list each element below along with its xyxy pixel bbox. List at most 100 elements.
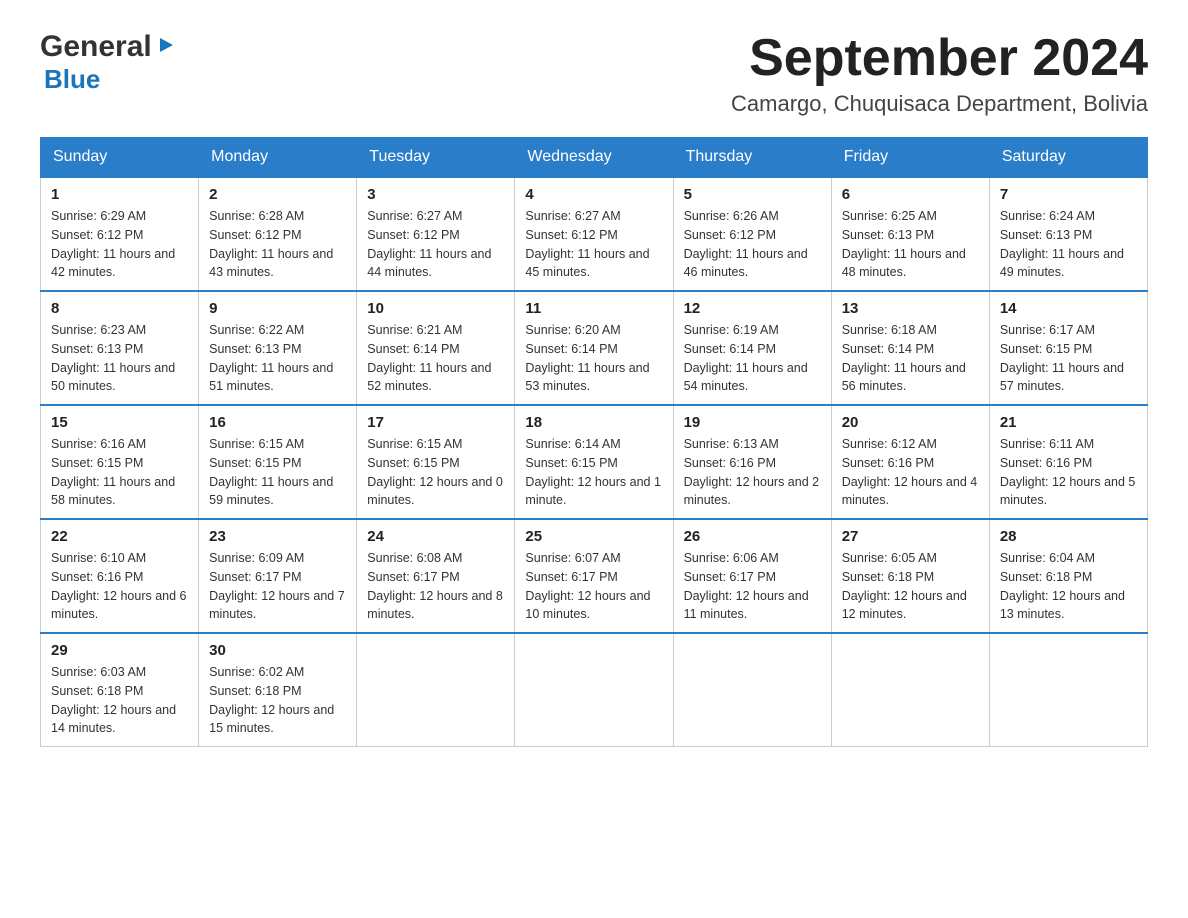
calendar-week-row: 15 Sunrise: 6:16 AM Sunset: 6:15 PM Dayl… [41, 405, 1148, 519]
day-number: 7 [1000, 186, 1137, 203]
weekday-header-row: SundayMondayTuesdayWednesdayThursdayFrid… [41, 138, 1148, 178]
day-info: Sunrise: 6:13 AM Sunset: 6:16 PM Dayligh… [684, 435, 821, 510]
day-info: Sunrise: 6:24 AM Sunset: 6:13 PM Dayligh… [1000, 207, 1137, 282]
day-number: 4 [525, 186, 662, 203]
day-number: 21 [1000, 414, 1137, 431]
day-number: 25 [525, 528, 662, 545]
day-info: Sunrise: 6:16 AM Sunset: 6:15 PM Dayligh… [51, 435, 188, 510]
calendar-cell: 20 Sunrise: 6:12 AM Sunset: 6:16 PM Dayl… [831, 405, 989, 519]
day-number: 19 [684, 414, 821, 431]
day-info: Sunrise: 6:27 AM Sunset: 6:12 PM Dayligh… [525, 207, 662, 282]
day-number: 27 [842, 528, 979, 545]
day-number: 11 [525, 300, 662, 317]
day-number: 14 [1000, 300, 1137, 317]
logo-blue-text: Blue [44, 64, 100, 94]
calendar-cell: 30 Sunrise: 6:02 AM Sunset: 6:18 PM Dayl… [199, 633, 357, 747]
calendar-cell: 11 Sunrise: 6:20 AM Sunset: 6:14 PM Dayl… [515, 291, 673, 405]
day-info: Sunrise: 6:15 AM Sunset: 6:15 PM Dayligh… [209, 435, 346, 510]
day-info: Sunrise: 6:14 AM Sunset: 6:15 PM Dayligh… [525, 435, 662, 510]
calendar-week-row: 1 Sunrise: 6:29 AM Sunset: 6:12 PM Dayli… [41, 177, 1148, 291]
day-number: 12 [684, 300, 821, 317]
day-info: Sunrise: 6:10 AM Sunset: 6:16 PM Dayligh… [51, 549, 188, 624]
logo-arrow-icon [155, 34, 177, 61]
calendar-cell: 15 Sunrise: 6:16 AM Sunset: 6:15 PM Dayl… [41, 405, 199, 519]
calendar-week-row: 8 Sunrise: 6:23 AM Sunset: 6:13 PM Dayli… [41, 291, 1148, 405]
day-info: Sunrise: 6:29 AM Sunset: 6:12 PM Dayligh… [51, 207, 188, 282]
calendar-cell [673, 633, 831, 747]
calendar-cell [515, 633, 673, 747]
day-number: 26 [684, 528, 821, 545]
day-number: 10 [367, 300, 504, 317]
calendar-cell: 24 Sunrise: 6:08 AM Sunset: 6:17 PM Dayl… [357, 519, 515, 633]
logo: General Blue [40, 30, 177, 95]
calendar-cell [989, 633, 1147, 747]
day-info: Sunrise: 6:11 AM Sunset: 6:16 PM Dayligh… [1000, 435, 1137, 510]
calendar-cell: 26 Sunrise: 6:06 AM Sunset: 6:17 PM Dayl… [673, 519, 831, 633]
calendar-cell: 21 Sunrise: 6:11 AM Sunset: 6:16 PM Dayl… [989, 405, 1147, 519]
calendar-cell: 5 Sunrise: 6:26 AM Sunset: 6:12 PM Dayli… [673, 177, 831, 291]
day-number: 3 [367, 186, 504, 203]
day-info: Sunrise: 6:17 AM Sunset: 6:15 PM Dayligh… [1000, 321, 1137, 396]
day-info: Sunrise: 6:09 AM Sunset: 6:17 PM Dayligh… [209, 549, 346, 624]
day-info: Sunrise: 6:27 AM Sunset: 6:12 PM Dayligh… [367, 207, 504, 282]
calendar-cell: 12 Sunrise: 6:19 AM Sunset: 6:14 PM Dayl… [673, 291, 831, 405]
day-number: 29 [51, 642, 188, 659]
day-number: 1 [51, 186, 188, 203]
day-number: 23 [209, 528, 346, 545]
day-number: 28 [1000, 528, 1137, 545]
calendar-cell: 4 Sunrise: 6:27 AM Sunset: 6:12 PM Dayli… [515, 177, 673, 291]
day-number: 9 [209, 300, 346, 317]
location-subtitle: Camargo, Chuquisaca Department, Bolivia [731, 91, 1148, 117]
day-info: Sunrise: 6:04 AM Sunset: 6:18 PM Dayligh… [1000, 549, 1137, 624]
day-number: 16 [209, 414, 346, 431]
day-number: 30 [209, 642, 346, 659]
day-info: Sunrise: 6:21 AM Sunset: 6:14 PM Dayligh… [367, 321, 504, 396]
calendar-cell: 23 Sunrise: 6:09 AM Sunset: 6:17 PM Dayl… [199, 519, 357, 633]
day-info: Sunrise: 6:18 AM Sunset: 6:14 PM Dayligh… [842, 321, 979, 396]
day-info: Sunrise: 6:25 AM Sunset: 6:13 PM Dayligh… [842, 207, 979, 282]
day-info: Sunrise: 6:07 AM Sunset: 6:17 PM Dayligh… [525, 549, 662, 624]
day-info: Sunrise: 6:15 AM Sunset: 6:15 PM Dayligh… [367, 435, 504, 510]
calendar-cell: 8 Sunrise: 6:23 AM Sunset: 6:13 PM Dayli… [41, 291, 199, 405]
calendar-cell: 10 Sunrise: 6:21 AM Sunset: 6:14 PM Dayl… [357, 291, 515, 405]
calendar-table: SundayMondayTuesdayWednesdayThursdayFrid… [40, 137, 1148, 747]
calendar-cell: 27 Sunrise: 6:05 AM Sunset: 6:18 PM Dayl… [831, 519, 989, 633]
calendar-cell [357, 633, 515, 747]
calendar-cell: 18 Sunrise: 6:14 AM Sunset: 6:15 PM Dayl… [515, 405, 673, 519]
day-info: Sunrise: 6:06 AM Sunset: 6:17 PM Dayligh… [684, 549, 821, 624]
day-info: Sunrise: 6:20 AM Sunset: 6:14 PM Dayligh… [525, 321, 662, 396]
weekday-header-monday: Monday [199, 138, 357, 178]
calendar-cell: 1 Sunrise: 6:29 AM Sunset: 6:12 PM Dayli… [41, 177, 199, 291]
calendar-cell: 19 Sunrise: 6:13 AM Sunset: 6:16 PM Dayl… [673, 405, 831, 519]
calendar-cell: 2 Sunrise: 6:28 AM Sunset: 6:12 PM Dayli… [199, 177, 357, 291]
weekday-header-wednesday: Wednesday [515, 138, 673, 178]
day-info: Sunrise: 6:03 AM Sunset: 6:18 PM Dayligh… [51, 663, 188, 738]
calendar-cell: 17 Sunrise: 6:15 AM Sunset: 6:15 PM Dayl… [357, 405, 515, 519]
weekday-header-friday: Friday [831, 138, 989, 178]
day-info: Sunrise: 6:02 AM Sunset: 6:18 PM Dayligh… [209, 663, 346, 738]
day-info: Sunrise: 6:05 AM Sunset: 6:18 PM Dayligh… [842, 549, 979, 624]
calendar-cell: 14 Sunrise: 6:17 AM Sunset: 6:15 PM Dayl… [989, 291, 1147, 405]
calendar-week-row: 22 Sunrise: 6:10 AM Sunset: 6:16 PM Dayl… [41, 519, 1148, 633]
calendar-cell: 6 Sunrise: 6:25 AM Sunset: 6:13 PM Dayli… [831, 177, 989, 291]
calendar-cell: 9 Sunrise: 6:22 AM Sunset: 6:13 PM Dayli… [199, 291, 357, 405]
day-info: Sunrise: 6:23 AM Sunset: 6:13 PM Dayligh… [51, 321, 188, 396]
day-info: Sunrise: 6:08 AM Sunset: 6:17 PM Dayligh… [367, 549, 504, 624]
weekday-header-saturday: Saturday [989, 138, 1147, 178]
day-info: Sunrise: 6:19 AM Sunset: 6:14 PM Dayligh… [684, 321, 821, 396]
calendar-cell: 25 Sunrise: 6:07 AM Sunset: 6:17 PM Dayl… [515, 519, 673, 633]
page-header: General Blue September 2024 Camargo, Chu… [40, 30, 1148, 117]
day-number: 5 [684, 186, 821, 203]
day-number: 15 [51, 414, 188, 431]
calendar-cell: 3 Sunrise: 6:27 AM Sunset: 6:12 PM Dayli… [357, 177, 515, 291]
day-info: Sunrise: 6:12 AM Sunset: 6:16 PM Dayligh… [842, 435, 979, 510]
month-year-title: September 2024 [731, 30, 1148, 87]
calendar-cell: 29 Sunrise: 6:03 AM Sunset: 6:18 PM Dayl… [41, 633, 199, 747]
calendar-week-row: 29 Sunrise: 6:03 AM Sunset: 6:18 PM Dayl… [41, 633, 1148, 747]
weekday-header-sunday: Sunday [41, 138, 199, 178]
day-info: Sunrise: 6:26 AM Sunset: 6:12 PM Dayligh… [684, 207, 821, 282]
day-number: 24 [367, 528, 504, 545]
calendar-cell: 22 Sunrise: 6:10 AM Sunset: 6:16 PM Dayl… [41, 519, 199, 633]
title-area: September 2024 Camargo, Chuquisaca Depar… [731, 30, 1148, 117]
calendar-cell: 13 Sunrise: 6:18 AM Sunset: 6:14 PM Dayl… [831, 291, 989, 405]
